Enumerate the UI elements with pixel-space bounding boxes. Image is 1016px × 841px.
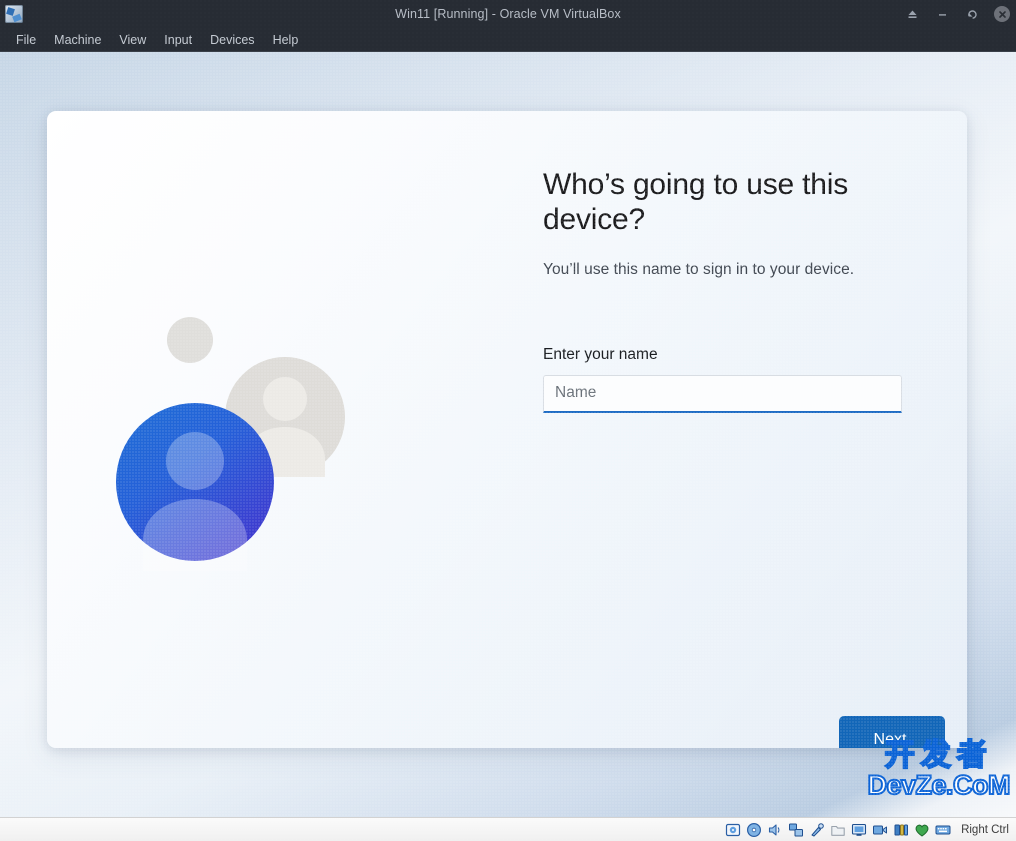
close-button[interactable]: [994, 6, 1010, 22]
illustration-small-circle: [167, 317, 213, 363]
oobe-content: Who’s going to use this device? You’ll u…: [543, 167, 935, 413]
menu-item-help[interactable]: Help: [264, 31, 308, 49]
page-title: Who’s going to use this device?: [543, 168, 849, 237]
window-controls: [904, 6, 1010, 22]
minimize-button[interactable]: [934, 6, 950, 22]
oobe-card: Who’s going to use this device? You’ll u…: [47, 111, 967, 748]
audio-icon[interactable]: [767, 822, 783, 838]
eject-button[interactable]: [904, 6, 920, 22]
vm-screen[interactable]: Who’s going to use this device? You’ll u…: [0, 52, 1016, 817]
menu-item-devices[interactable]: Devices: [201, 31, 263, 49]
restore-button[interactable]: [964, 6, 980, 22]
next-button[interactable]: Next: [839, 716, 945, 748]
hard-disk-icon[interactable]: [725, 822, 741, 838]
menu-item-input[interactable]: Input: [155, 31, 201, 49]
shared-folders-icon[interactable]: [830, 822, 846, 838]
watermark-line-2: DevZe.CoM: [866, 770, 1011, 800]
user-accounts-illustration: [116, 317, 345, 571]
name-input[interactable]: [543, 374, 902, 413]
menu-bar: File Machine View Input Devices Help: [0, 28, 1016, 52]
illustration-blue-avatar: [116, 403, 274, 571]
virtualbox-window: Win11 [Running] - Oracle VM VirtualBox F…: [0, 0, 1016, 841]
menu-item-file[interactable]: File: [7, 31, 45, 49]
name-field-group: Enter your name: [543, 346, 935, 413]
menu-item-view[interactable]: View: [110, 31, 155, 49]
mouse-integration-icon[interactable]: [914, 822, 930, 838]
virtualbox-icon: [5, 5, 23, 23]
optical-disk-icon[interactable]: [746, 822, 762, 838]
window-title: Win11 [Running] - Oracle VM VirtualBox: [395, 7, 621, 21]
menu-item-machine[interactable]: Machine: [45, 31, 110, 49]
display-icon[interactable]: [851, 822, 867, 838]
name-field-label: Enter your name: [543, 345, 658, 363]
network-icon[interactable]: [788, 822, 804, 838]
recording-icon[interactable]: [872, 822, 888, 838]
page-subtitle: You’ll use this name to sign in to your …: [543, 260, 855, 278]
status-bar: Right Ctrl: [0, 817, 1016, 841]
usb-icon[interactable]: [809, 822, 825, 838]
features-icon[interactable]: [893, 822, 909, 838]
watermark: 开发者 DevZe.CoM: [866, 740, 1011, 800]
title-bar: Win11 [Running] - Oracle VM VirtualBox: [0, 0, 1016, 28]
host-key-label: Right Ctrl: [961, 823, 1009, 836]
keyboard-icon[interactable]: [935, 822, 951, 838]
